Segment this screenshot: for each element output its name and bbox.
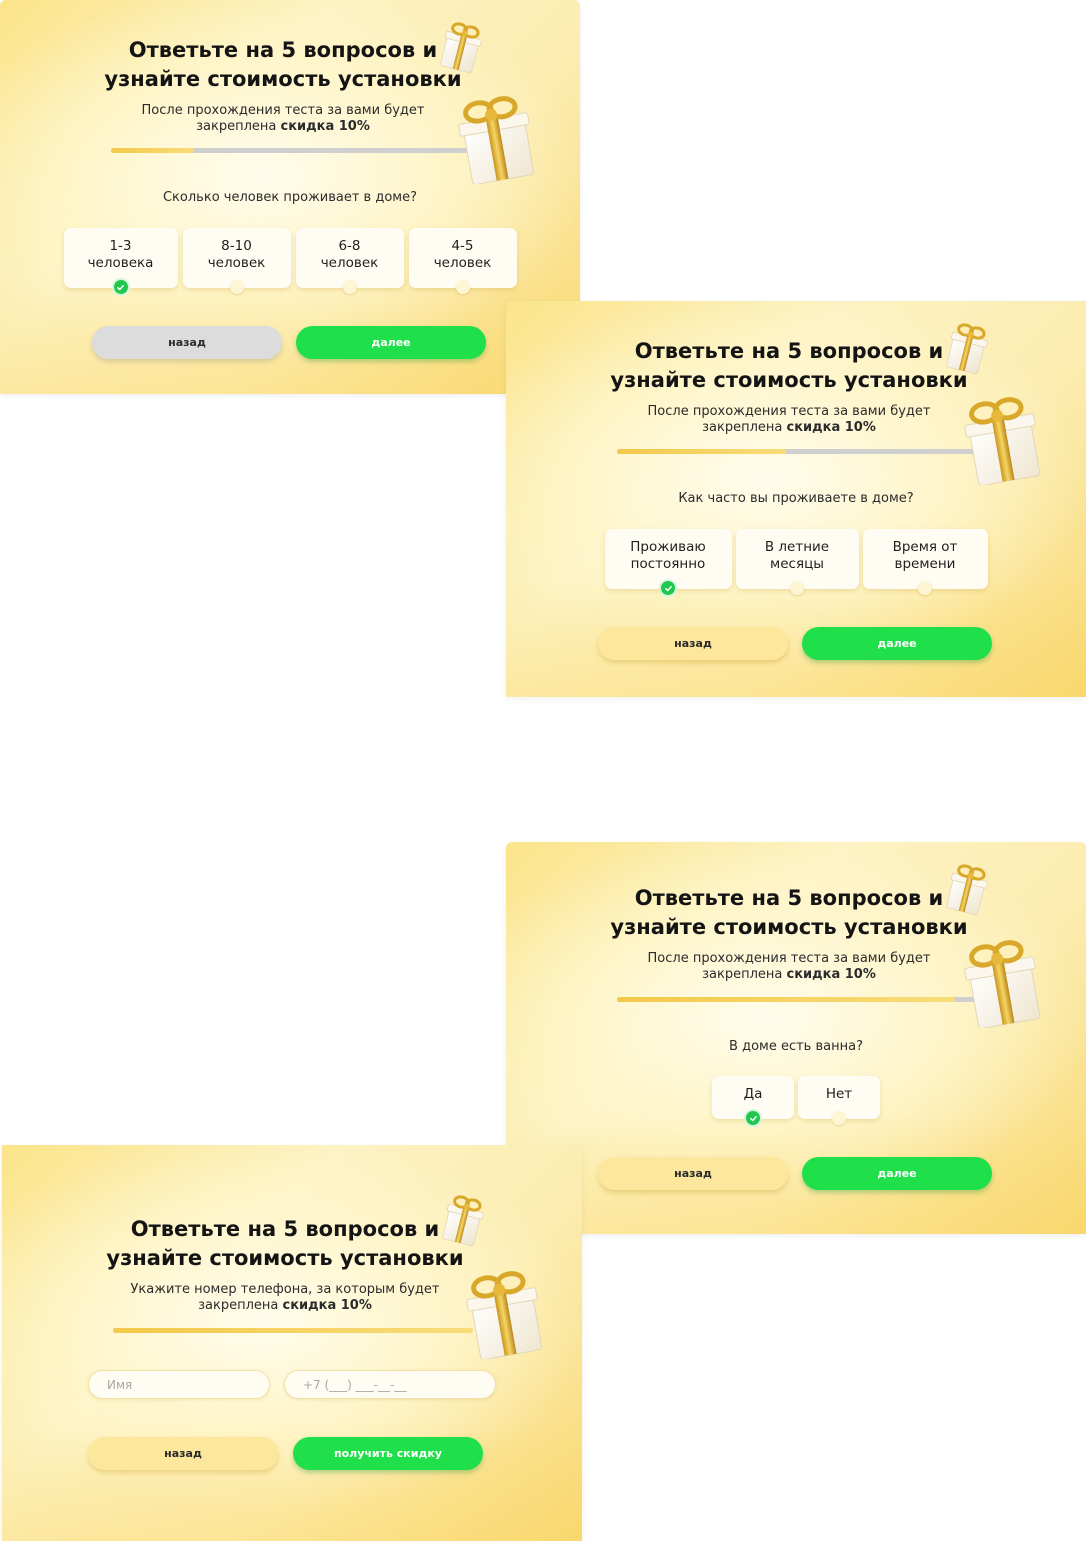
subtitle-prefix: закреплена — [196, 119, 281, 134]
option-line-2: месяцы — [770, 556, 824, 572]
progress-fill — [113, 1328, 473, 1333]
option-line-1: 8-10 — [221, 238, 252, 254]
option-6-8[interactable]: 6-8 человек — [295, 228, 404, 294]
radio-circle[interactable] — [229, 280, 244, 294]
quiz-card-step-2: Ответьте на 5 вопросов и узнайте стоимос… — [506, 301, 1086, 697]
progress-bar — [113, 1328, 473, 1333]
option-line-2: человек — [320, 255, 379, 271]
back-button[interactable]: назад — [92, 326, 282, 359]
answer-options: Проживаю постоянно В летние месяцы Время о… — [506, 529, 1086, 595]
option-4-5[interactable]: 4-5 человек — [408, 228, 517, 294]
progress-bar — [617, 997, 977, 1002]
get-discount-button[interactable]: получить скидку — [293, 1437, 483, 1470]
option-label: Нет — [825, 1086, 853, 1102]
radio-circle[interactable] — [342, 280, 357, 294]
gift-icon — [942, 860, 992, 916]
radio-circle[interactable] — [832, 1111, 846, 1125]
subtitle-prefix: закреплена — [702, 420, 787, 435]
discount-text: скидка 10% — [786, 967, 876, 982]
option-no[interactable]: Нет — [798, 1076, 880, 1125]
option-label: 4-5 человек — [434, 238, 492, 278]
check-icon[interactable] — [661, 581, 675, 595]
option-yes[interactable]: Да — [712, 1076, 794, 1125]
quiz-card-step-3: Ответьте на 5 вопросов и узнайте стоимос… — [506, 842, 1086, 1234]
subtitle-prefix: закреплена — [702, 967, 787, 982]
option-label: Проживаю постоянно — [630, 539, 706, 579]
option-line-1: 4-5 — [451, 238, 474, 254]
next-button[interactable]: далее — [802, 1157, 992, 1190]
back-button[interactable]: назад — [88, 1437, 278, 1470]
discount-text: скидка 10% — [282, 1298, 372, 1313]
discount-text: скидка 10% — [786, 420, 876, 435]
option-line-2: времени — [894, 556, 956, 572]
option-line-2: человека — [87, 255, 154, 271]
gift-icon — [436, 18, 486, 74]
gift-icon — [458, 1267, 554, 1359]
question-text: В доме есть ванна? — [729, 1039, 863, 1054]
title-line-1: Ответьте на 5 вопросов и — [634, 886, 944, 910]
title-line-1: Ответьте на 5 вопросов и — [128, 38, 438, 62]
name-input[interactable]: Имя — [88, 1370, 270, 1399]
option-label: 8-10 человек — [208, 238, 266, 278]
answer-options: Да Нет — [506, 1076, 1086, 1125]
option-8-10[interactable]: 8-10 человек — [182, 228, 291, 294]
progress-bar — [111, 148, 471, 153]
back-button[interactable]: назад — [598, 1157, 788, 1190]
option-permanent[interactable]: Проживаю постоянно — [604, 529, 732, 595]
option-1-3[interactable]: 1-3 человека — [63, 228, 178, 294]
radio-circle[interactable] — [918, 581, 932, 595]
quiz-title: Ответьте на 5 вопросов и узнайте стоимос… — [506, 337, 1086, 395]
radio-circle[interactable] — [790, 581, 804, 595]
option-line-1: 6-8 — [338, 238, 361, 254]
option-summer[interactable]: В летние месяцы — [735, 529, 859, 595]
quiz-title: Ответьте на 5 вопросов и узнайте стоимос… — [0, 36, 580, 94]
title-line-2: узнайте стоимость установки — [610, 368, 968, 392]
option-label: 1-3 человека — [88, 238, 154, 278]
option-line-1: 1-3 — [109, 238, 132, 254]
progress-fill — [617, 449, 787, 454]
option-line-2: постоянно — [630, 556, 706, 572]
radio-circle[interactable] — [455, 280, 470, 294]
question-text: Как часто вы проживаете в доме? — [678, 491, 914, 506]
progress-fill — [111, 148, 194, 153]
quiz-card-contact: Ответьте на 5 вопросов и узнайте стоимос… — [2, 1145, 582, 1541]
question-text: Сколько человек проживает в доме? — [162, 190, 417, 205]
title-line-1: Ответьте на 5 вопросов и — [130, 1217, 440, 1241]
phone-input[interactable]: +7 (___) ___-__-__ — [284, 1370, 496, 1399]
option-sometimes[interactable]: Время от времени — [862, 529, 988, 595]
next-button[interactable]: далее — [802, 627, 992, 660]
progress-fill — [617, 997, 956, 1002]
gift-icon — [942, 319, 992, 375]
progress-bar — [617, 449, 977, 454]
gift-icon — [450, 92, 546, 184]
option-line-2: человек — [207, 255, 266, 271]
title-line-2: узнайте стоимость установки — [104, 67, 462, 91]
quiz-title: Ответьте на 5 вопросов и узнайте стоимос… — [2, 1215, 582, 1273]
option-line-1: В летние — [764, 539, 830, 555]
gift-icon — [956, 936, 1052, 1028]
next-button[interactable]: далее — [296, 326, 486, 359]
discount-text: скидка 10% — [280, 119, 370, 134]
option-label: Время от времени — [893, 539, 958, 579]
gift-icon — [438, 1191, 488, 1247]
title-line-1: Ответьте на 5 вопросов и — [634, 339, 944, 363]
check-icon[interactable] — [746, 1111, 760, 1125]
option-line-1: Проживаю — [630, 539, 706, 555]
option-label: В летние месяцы — [765, 539, 829, 579]
check-icon[interactable] — [113, 280, 128, 294]
option-label: 6-8 человек — [321, 238, 379, 278]
subtitle-prefix: закреплена — [198, 1298, 283, 1313]
back-button[interactable]: назад — [598, 627, 788, 660]
option-line-1: Время от — [892, 539, 958, 555]
answer-options: 1-3 человека 8-10 человек 6-8 человек 4-5 че… — [0, 228, 580, 294]
quiz-title: Ответьте на 5 вопросов и узнайте стоимос… — [506, 884, 1086, 942]
gift-icon — [956, 393, 1052, 485]
quiz-card-step-1: Ответьте на 5 вопросов и узнайте стоимос… — [0, 0, 580, 394]
option-label: Да — [743, 1086, 763, 1102]
option-line-2: человек — [433, 255, 492, 271]
